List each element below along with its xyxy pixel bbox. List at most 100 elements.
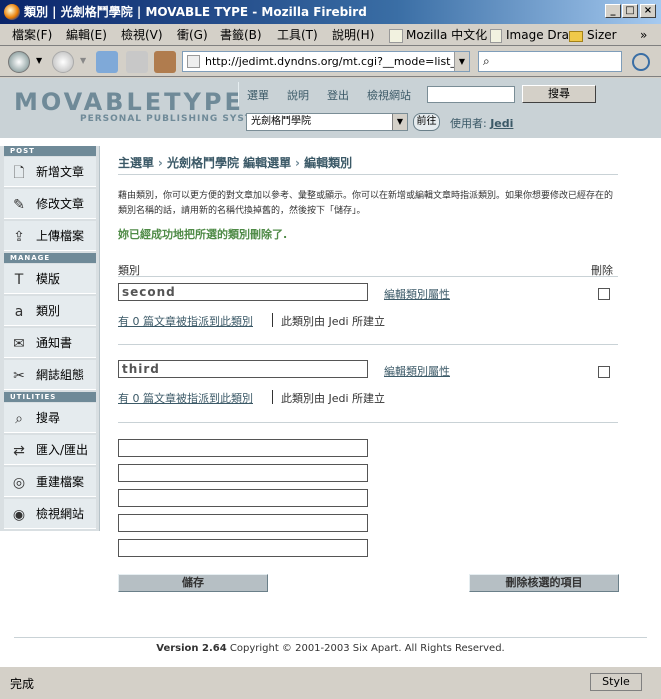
success-message: 妳已經成功地把所選的類別刪除了. [118, 228, 288, 241]
sidebar-item-categories[interactable]: a 類別 [4, 296, 96, 326]
mt-header: MOVABLETYPE PERSONAL PUBLISHING SYSTEM 選… [0, 78, 661, 138]
assigned-entries-link[interactable]: 有 0 篇文章被指派到此類別 [118, 390, 253, 406]
edit-entries-icon: ✎ [13, 197, 25, 213]
go-button[interactable]: 前往 [413, 113, 440, 131]
menu-bar: 檔案(F) 編輯(E) 檢視(V) 衝(G) 書籤(B) 工具(T) 說明(H)… [0, 24, 661, 46]
header-search-button[interactable]: 搜尋 [522, 85, 596, 103]
breadcrumb-main-menu[interactable]: 主選單 [118, 156, 154, 170]
header-divider [238, 82, 239, 106]
divider [14, 637, 647, 638]
sidebar-item-notifications[interactable]: ✉ 通知書 [4, 328, 96, 358]
breadcrumb-blog-menu[interactable]: 光劍格鬥學院 編輯選單 [167, 156, 291, 170]
breadcrumb: 主選單 › 光劍格鬥學院 編輯選單 › 編輯類別 [118, 156, 353, 170]
delete-checkbox[interactable] [598, 288, 610, 300]
menu-view[interactable]: 檢視(V) [121, 27, 163, 43]
firebird-app-icon [4, 4, 20, 20]
bookmark-sizer[interactable]: Sizer [587, 27, 617, 43]
header-link-menu[interactable]: 選單 [247, 87, 269, 103]
upload-file-icon: ⇪ [13, 229, 25, 245]
divider [118, 276, 618, 277]
new-category-input[interactable] [118, 464, 368, 482]
blog-select-value: 光劍格鬥學院 [251, 116, 311, 127]
bookmark-image-drag[interactable]: Image Drag [506, 27, 577, 43]
sidebar-item-new-entry[interactable]: 🗋 新增文章 [4, 157, 96, 187]
sidebar-item-import-export[interactable]: ⇄ 匯入/匯出 [4, 435, 96, 465]
category-name-input[interactable]: second [118, 283, 368, 301]
url-history-dropdown-icon[interactable]: ▼ [454, 52, 469, 71]
movabletype-tagline: PERSONAL PUBLISHING SYSTEM [80, 114, 270, 124]
navigation-toolbar: ▼ ▼ http://jedimt.dyndns.org/mt.cgi?__mo… [0, 47, 661, 77]
delete-checkbox[interactable] [598, 366, 610, 378]
page-icon [389, 29, 403, 43]
new-category-input[interactable] [118, 489, 368, 507]
categories-icon: a [14, 304, 24, 320]
assigned-entries-link[interactable]: 有 0 篇文章被指派到此類別 [118, 313, 253, 329]
user-name-link[interactable]: Jedi [490, 117, 513, 130]
weblog-config-icon: ✂ [13, 368, 25, 384]
blog-select[interactable]: 光劍格鬥學院 ▼ [246, 113, 408, 131]
divider [118, 174, 618, 175]
sidebar-item-search[interactable]: ⌕ 搜尋 [4, 403, 96, 433]
menu-bookmarks[interactable]: 書籤(B) [220, 27, 262, 43]
menu-go[interactable]: 衝(G) [177, 27, 208, 43]
style-button[interactable]: Style [590, 673, 642, 691]
header-search-input[interactable] [427, 86, 515, 103]
edit-category-link[interactable]: 編輯類別屬性 [384, 286, 450, 302]
forward-icon[interactable] [52, 51, 74, 73]
status-text: 完成 [10, 677, 35, 691]
category-name-input[interactable]: third [118, 360, 368, 378]
user-info: 使用者: Jedi [450, 115, 513, 131]
delete-checked-button[interactable]: 刪除核選的項目 [469, 574, 619, 592]
back-dropdown-icon[interactable]: ▼ [36, 56, 42, 65]
maximize-button[interactable]: □ [622, 4, 638, 18]
header-link-help[interactable]: 說明 [287, 87, 309, 103]
menu-help[interactable]: 說明(H) [332, 27, 374, 43]
stop-icon[interactable] [126, 51, 148, 73]
page-content: MOVABLETYPE PERSONAL PUBLISHING SYSTEM 選… [0, 78, 661, 666]
copyright-text: Copyright © 2001-2003 Six Apart. All Rig… [229, 643, 505, 654]
sidebar-section-utilities: UTILITIES [4, 392, 96, 402]
movabletype-logo: MOVABLETYPE [14, 88, 244, 116]
header-link-logout[interactable]: 登出 [327, 87, 349, 103]
created-by-text: 此類別由 Jedi 所建立 [281, 392, 386, 405]
edit-category-link[interactable]: 編輯類別屬性 [384, 363, 450, 379]
search-icon: ⌕ [483, 54, 490, 68]
forward-dropdown-icon[interactable]: ▼ [80, 56, 86, 65]
sidebar-section-post: POST [4, 146, 96, 156]
separator [272, 313, 273, 327]
search-icon: ⌕ [15, 411, 23, 427]
new-category-input[interactable] [118, 439, 368, 457]
search-field[interactable]: ⌕ [478, 51, 622, 72]
bookmark-mozilla-zh[interactable]: Mozilla 中文化 [406, 27, 487, 43]
sidebar-item-edit-entries[interactable]: ✎ 修改文章 [4, 189, 96, 219]
header-link-view-site[interactable]: 檢視網站 [367, 87, 411, 103]
window-title: 類別 | 光劍格鬥學院 | MOVABLE TYPE - Mozilla Fir… [24, 5, 367, 19]
close-button[interactable]: × [640, 4, 656, 18]
sidebar: POST 🗋 新增文章 ✎ 修改文章 ⇪ 上傳檔案 MANAGE T 模版 a 類別 ✉ 通… [0, 146, 100, 531]
save-button[interactable]: 儲存 [118, 574, 268, 592]
notifications-icon: ✉ [13, 336, 25, 352]
menu-edit[interactable]: 編輯(E) [66, 27, 107, 43]
menu-file[interactable]: 檔案(F) [12, 27, 52, 43]
user-label: 使用者: [450, 117, 487, 130]
sidebar-item-weblog-config[interactable]: ✂ 網誌組態 [4, 360, 96, 390]
url-field[interactable]: http://jedimt.dyndns.org/mt.cgi?__mode=l… [182, 51, 470, 72]
sidebar-item-view-site[interactable]: ◉ 檢視網站 [4, 499, 96, 529]
rebuild-icon: ◎ [12, 475, 26, 491]
sidebar-item-templates[interactable]: T 模版 [4, 264, 96, 294]
sidebar-item-rebuild[interactable]: ◎ 重建檔案 [4, 467, 96, 497]
window-title-bar: 類別 | 光劍格鬥學院 | MOVABLE TYPE - Mozilla Fir… [0, 0, 661, 24]
reload-icon[interactable] [96, 51, 118, 73]
home-icon[interactable] [154, 51, 176, 73]
throbber-icon [632, 53, 650, 71]
new-category-input[interactable] [118, 514, 368, 532]
new-category-input[interactable] [118, 539, 368, 557]
minimize-button[interactable]: _ [605, 4, 621, 18]
chevron-more-icon[interactable]: » [640, 27, 647, 43]
new-entry-icon: 🗋 [13, 165, 25, 181]
folder-icon [569, 31, 583, 42]
sidebar-item-upload-file[interactable]: ⇪ 上傳檔案 [4, 221, 96, 251]
back-icon[interactable] [8, 51, 30, 73]
menu-tools[interactable]: 工具(T) [277, 27, 318, 43]
created-by-text: 此類別由 Jedi 所建立 [281, 315, 386, 328]
